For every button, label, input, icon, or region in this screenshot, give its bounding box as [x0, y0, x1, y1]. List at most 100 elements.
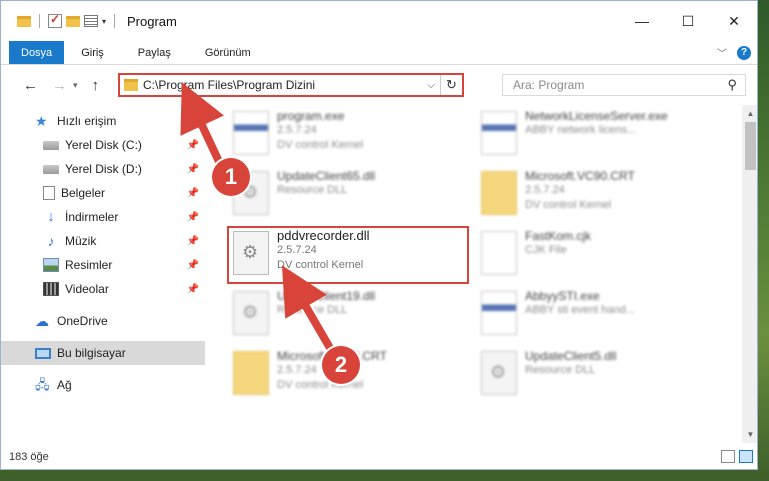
tab-file[interactable]: Dosya — [9, 41, 65, 64]
search-placeholder[interactable]: Ara: Program — [513, 78, 584, 92]
file-version: 2.5.7.24 — [277, 124, 317, 136]
file-description: DV control Kernel — [525, 199, 612, 211]
sidebar-item-label: Yerel Disk (D:) — [65, 162, 142, 176]
search-icon[interactable]: ⚲ — [727, 77, 737, 93]
navigation-buttons: ← → ▾ ↑ — [1, 77, 117, 94]
maximize-button[interactable]: ☐ — [665, 1, 711, 41]
file-description: ABBY sti event hand... — [525, 304, 635, 316]
sidebar-item-documents[interactable]: Belgeler 📌 — [1, 181, 205, 205]
sidebar-item-downloads[interactable]: ↓ İndirmeler 📌 — [1, 205, 205, 229]
sidebar-item-pictures[interactable]: Resimler 📌 — [1, 253, 205, 277]
close-button[interactable]: ✕ — [711, 1, 757, 41]
folder-item[interactable]: Microsoft.VC90.CRT2.5.7.24 DV control Ker… — [481, 167, 721, 227]
file-name: UpdateClient19.dll — [277, 289, 376, 303]
quick-access-toolbar: ▾ — [1, 12, 119, 28]
file-name: NetworkLicenseServer.exe — [525, 109, 668, 123]
up-arrow-icon[interactable]: ↑ — [92, 77, 100, 94]
toolbar-divider — [39, 14, 40, 28]
window-title: Program — [127, 13, 177, 29]
file-item[interactable]: UpdateClient65.dllResource DLL — [233, 167, 473, 227]
sidebar-item-quick-access[interactable]: ★ Hızlı erişim — [1, 109, 205, 133]
sidebar-item-music[interactable]: ♪ Müzik 📌 — [1, 229, 205, 253]
sidebar-item-label: Videolar — [65, 282, 109, 296]
toolbar-divider — [114, 14, 116, 28]
forward-arrow-icon[interactable]: → — [52, 77, 67, 94]
view-toggle — [721, 450, 753, 463]
target-file-highlight — [227, 226, 469, 284]
ribbon-tabs: Dosya Giriş Paylaş Görünüm ﹀ ? — [1, 41, 757, 65]
tab-share[interactable]: Paylaş — [121, 41, 188, 64]
file-item[interactable]: program.exe 2.5.7.24 DV control Kernel — [233, 107, 473, 167]
sidebar-item-onedrive[interactable]: ☁ OneDrive — [1, 309, 205, 333]
new-folder-icon[interactable] — [66, 15, 80, 27]
address-row: ← → ▾ ↑ C:\Program Files\Program Dizini … — [1, 65, 757, 105]
folder-icon — [481, 171, 517, 215]
help-icon[interactable]: ? — [737, 45, 751, 60]
dll-icon — [233, 291, 269, 335]
sidebar-item-label: OneDrive — [57, 314, 108, 328]
file-item[interactable]: UpdateClient19.dllResource DLL — [233, 287, 473, 347]
sidebar-item-label: Yerel Disk (C:) — [65, 138, 142, 152]
minimize-button[interactable]: — — [619, 1, 665, 41]
file-item[interactable]: FastKom.cjk CJK File — [481, 227, 721, 287]
file-name: UpdateClient65.dll — [277, 169, 376, 183]
customize-dropdown-icon[interactable]: ▾ — [102, 17, 106, 26]
tab-view[interactable]: Görünüm — [188, 41, 268, 64]
file-item[interactable]: NetworkLicenseServer.exe ABBY network lic… — [481, 107, 721, 167]
vertical-scrollbar[interactable]: ▲ ▼ — [742, 105, 757, 443]
navigation-pane: ★ Hızlı erişim Yerel Disk (C:) 📌 Yerel D… — [1, 105, 205, 443]
scroll-up-icon[interactable]: ▲ — [742, 105, 757, 122]
exe-icon — [481, 291, 517, 335]
file-item[interactable]: AbbyySTI.exe ABBY sti event hand... — [481, 287, 721, 347]
tiles-view-icon[interactable] — [739, 450, 753, 463]
main-area: ★ Hızlı erişim Yerel Disk (C:) 📌 Yerel D… — [1, 105, 757, 443]
status-bar: 183 öğe — [1, 443, 757, 469]
pin-icon: 📌 — [186, 235, 199, 247]
sidebar-item-label: İndirmeler — [65, 210, 119, 224]
sidebar-item-this-pc[interactable]: Bu bilgisayar — [1, 341, 205, 365]
sidebar-item-label: Bu bilgisayar — [57, 346, 126, 360]
address-dropdown-icon[interactable]: ⌵ — [422, 80, 440, 91]
expand-ribbon-icon[interactable]: ﹀ — [717, 45, 727, 60]
sidebar-item-videos[interactable]: Videolar 📌 — [1, 277, 205, 301]
sidebar-item-label: Belgeler — [61, 186, 106, 200]
file-description: ABBY network licens... — [525, 124, 637, 136]
file-description: Resource DLL — [277, 184, 348, 196]
cloud-icon: ☁ — [35, 313, 49, 329]
ribbon-right-controls: ﹀ ? — [717, 45, 751, 60]
scroll-down-icon[interactable]: ▼ — [742, 426, 757, 443]
file-name: UpdateClient5.dll — [525, 349, 617, 363]
music-icon: ♪ — [47, 233, 55, 249]
exe-icon — [481, 111, 517, 155]
properties-check-icon[interactable] — [48, 12, 62, 28]
file-icon — [481, 231, 517, 275]
disk-icon — [43, 164, 59, 174]
exe-icon — [233, 111, 269, 155]
address-bar[interactable]: C:\Program Files\Program Dizini ⌵ ↻ — [118, 73, 464, 97]
view-options-icon[interactable] — [84, 15, 98, 27]
address-path[interactable]: C:\Program Files\Program Dizini — [143, 78, 422, 92]
file-description: Resource DLL — [277, 304, 348, 316]
recent-locations-icon[interactable]: ▾ — [73, 80, 78, 91]
tab-home[interactable]: Giriş — [64, 41, 121, 64]
sidebar-item-network[interactable]: 🖧 Ağ — [1, 373, 205, 397]
star-icon: ★ — [35, 113, 48, 129]
pin-icon: 📌 — [186, 283, 199, 295]
search-input[interactable]: Ara: Program ⚲ — [502, 74, 746, 96]
refresh-icon[interactable]: ↻ — [440, 75, 462, 95]
sidebar-item-label: Resimler — [65, 258, 113, 272]
pin-icon: 📌 — [186, 139, 199, 151]
file-list: program.exe 2.5.7.24 DV control Kernel Net… — [205, 105, 757, 443]
back-arrow-icon[interactable]: ← — [23, 77, 38, 94]
scrollbar-thumb[interactable] — [745, 122, 756, 170]
sidebar-item-local-disk-c[interactable]: Yerel Disk (C:) 📌 — [1, 133, 205, 157]
pin-icon: 📌 — [186, 259, 199, 271]
sidebar-item-local-disk-d[interactable]: Yerel Disk (D:) 📌 — [1, 157, 205, 181]
sidebar-item-label: Hızlı erişim — [57, 114, 117, 128]
step-marker-1: 1 — [212, 158, 250, 196]
file-description: CJK File — [525, 244, 567, 256]
details-view-icon[interactable] — [721, 450, 735, 463]
item-count: 183 öğe — [9, 451, 49, 463]
file-item[interactable]: UpdateClient5.dllResource DLL — [481, 347, 721, 407]
disk-icon — [43, 140, 59, 150]
